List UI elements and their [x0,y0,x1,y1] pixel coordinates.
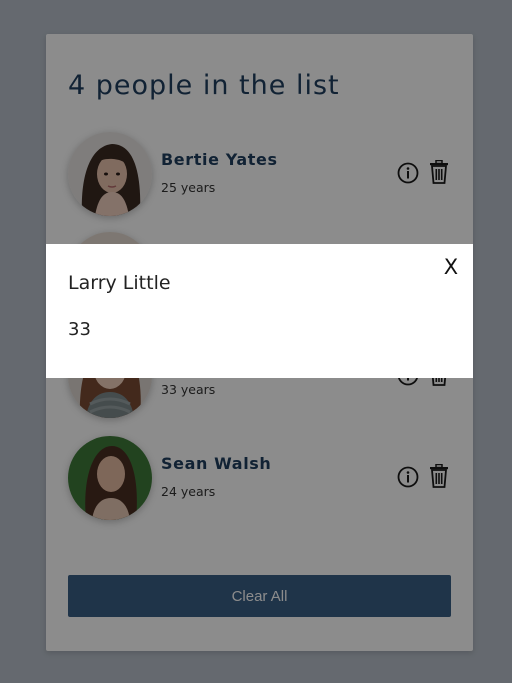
person-detail-modal: Larry Little 33 X [46,244,473,378]
close-icon[interactable]: X [441,256,461,278]
modal-person-age: 33 [68,319,91,340]
modal-person-name: Larry Little [68,272,171,294]
